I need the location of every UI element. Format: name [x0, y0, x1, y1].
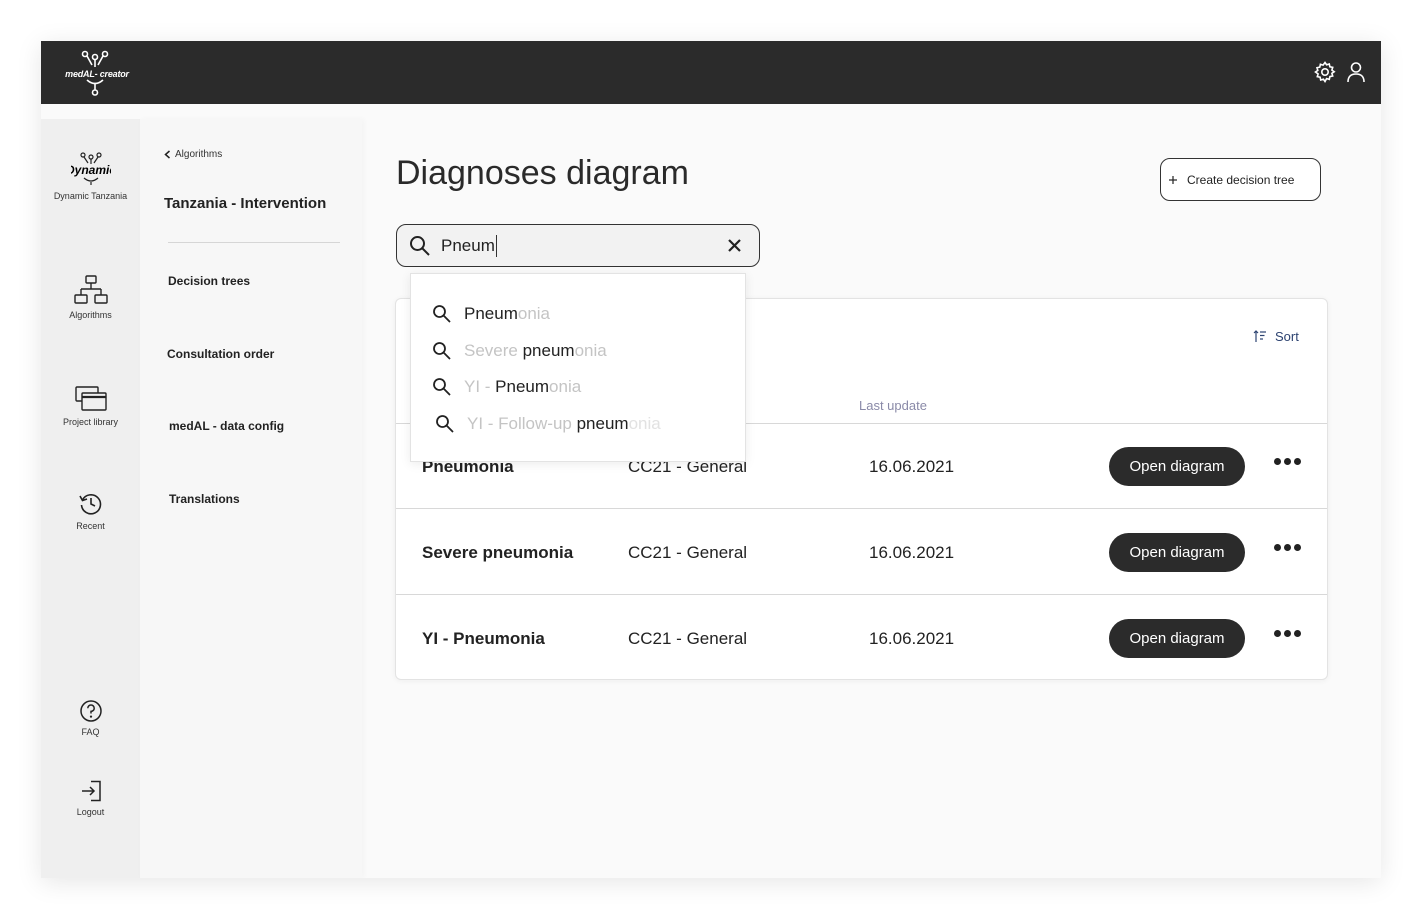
sidebar-item-label: FAQ — [81, 727, 100, 737]
subnav-item-data-config[interactable]: medAL - data config — [169, 419, 284, 433]
sidebar-item-recent[interactable]: Recent — [41, 491, 140, 531]
medal-creator-logo[interactable]: medAL- creator — [57, 47, 133, 99]
search-icon — [433, 378, 451, 396]
last-update-date: 16.06.2021 — [869, 457, 955, 476]
plus-icon — [1169, 175, 1177, 184]
sidebar-item-project-library[interactable]: Project library — [41, 385, 140, 427]
suggestion-match: pneum — [576, 414, 629, 433]
search-icon — [436, 415, 454, 433]
suggestion-match: Pneum — [464, 304, 518, 323]
icon-sidebar: Dynamic Dynamic Tanzania Algorithms — [41, 119, 140, 878]
diagnosis-category: CC21 - General — [628, 629, 748, 648]
column-header-last-update[interactable]: Last update — [859, 398, 927, 413]
last-update-date: 16.06.2021 — [869, 543, 955, 562]
subnav-divider — [168, 242, 340, 243]
sidebar-item-faq[interactable]: FAQ — [41, 699, 140, 737]
history-icon — [78, 494, 101, 515]
suggestion-item[interactable]: YI - Follow-up pneumonia — [435, 414, 661, 434]
back-label: Algorithms — [175, 149, 223, 160]
help-icon — [79, 700, 102, 722]
page-title: Diagnoses diagram — [396, 154, 689, 192]
sidebar-item-label: Logout — [76, 807, 105, 817]
open-diagram-button[interactable]: Open diagram — [1109, 533, 1245, 572]
logout-icon — [81, 780, 101, 802]
sidebar-item-label: Recent — [76, 521, 105, 531]
suggestion-prefix: YI - Follow-up — [467, 414, 577, 433]
diagnosis-name: YI - Pneumonia — [422, 629, 545, 648]
suggestion-match: pneum — [522, 341, 575, 360]
create-decision-tree-button[interactable]: Create decision tree — [1160, 158, 1321, 201]
create-button-label: Create decision tree — [1187, 172, 1295, 187]
suggestion-prefix: Severe — [464, 341, 523, 360]
open-diagram-button[interactable]: Open diagram — [1109, 447, 1245, 486]
search-input[interactable]: Pneum — [396, 224, 760, 267]
sidebar-item-label: Project library — [62, 417, 118, 427]
suggestion-item[interactable]: YI - Pneumonia — [432, 377, 581, 397]
open-diagram-button[interactable]: Open diagram — [1109, 619, 1245, 658]
search-icon — [433, 305, 451, 323]
subnav-item-translations[interactable]: Translations — [169, 492, 240, 506]
suggestion-suffix: onia — [574, 341, 607, 360]
suggestion-suffix: onia — [628, 414, 661, 433]
suggestion-prefix: YI - — [464, 377, 496, 396]
sidebar-item-logout[interactable]: Logout — [41, 779, 140, 817]
search-value: Pneum — [441, 235, 497, 257]
search-icon — [410, 236, 430, 256]
app-window: medAL- creator ynami Dynamic Tanzania Al… — [41, 41, 1381, 878]
sort-label: Sort — [1275, 329, 1299, 344]
diagnosis-name: Severe pneumonia — [422, 543, 574, 562]
project-badge: Dynamic — [71, 163, 111, 177]
logo-text: medAL- creator — [65, 69, 129, 79]
project-switcher[interactable]: Dynamic Dynamic Tanzania — [41, 151, 140, 201]
table-row[interactable]: YI - Pneumonia CC21 - General 16.06.2021… — [396, 596, 1327, 681]
library-icon — [74, 386, 107, 411]
back-to-algorithms-link[interactable]: Algorithms — [164, 149, 222, 160]
suggestion-item[interactable]: Pneumonia — [432, 304, 550, 324]
gear-icon[interactable] — [1313, 60, 1337, 84]
last-update-date: 16.06.2021 — [869, 629, 955, 648]
chevron-left-icon — [164, 150, 170, 159]
diagnosis-category: CC21 - General — [628, 543, 748, 562]
clear-icon[interactable] — [727, 238, 742, 253]
table-row[interactable]: Severe pneumonia CC21 - General 16.06.20… — [396, 510, 1327, 595]
user-icon[interactable] — [1344, 60, 1368, 84]
sidebar-item-algorithms[interactable]: Algorithms — [41, 274, 140, 320]
project-title: Tanzania - Intervention — [164, 195, 327, 212]
suggestion-suffix: onia — [549, 377, 582, 396]
project-subnav: Algorithms Tanzania - Intervention Decis… — [140, 119, 362, 878]
more-options-icon[interactable] — [1274, 544, 1301, 551]
search-suggestions-dropdown: Pneumonia Severe pneumonia YI - Pneumoni… — [410, 273, 746, 462]
row-divider — [396, 508, 1327, 509]
project-label: Dynamic Tanzania — [53, 191, 128, 201]
hierarchy-icon — [73, 275, 108, 304]
subnav-item-consultation-order[interactable]: Consultation order — [167, 347, 274, 361]
top-bar: medAL- creator — [41, 41, 1381, 104]
suggestion-match: Pneum — [495, 377, 550, 396]
suggestion-item[interactable]: Severe pneumonia — [432, 341, 607, 361]
sidebar-item-label: Algorithms — [69, 310, 112, 320]
more-options-icon[interactable] — [1274, 630, 1301, 637]
suggestion-suffix: onia — [517, 304, 551, 323]
sort-button[interactable]: Sort — [1253, 329, 1299, 344]
row-divider — [396, 594, 1327, 595]
subnav-item-decision-trees[interactable]: Decision trees — [168, 274, 250, 288]
search-icon — [433, 342, 451, 360]
more-options-icon[interactable] — [1274, 458, 1301, 465]
project-logo-icon: Dynamic — [71, 152, 111, 185]
sort-icon — [1253, 330, 1266, 342]
